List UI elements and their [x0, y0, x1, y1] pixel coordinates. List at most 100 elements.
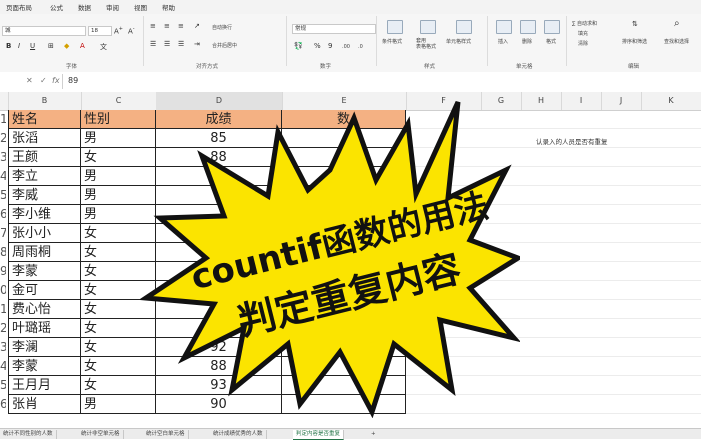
format-button[interactable]: 格式: [546, 38, 556, 45]
align-middle-icon[interactable]: ≡: [164, 22, 170, 30]
ribbon: 城 18 A+ A- B I U ⊞ ◆ A 文 字体 ≡ ≡ ≡ ↗ 自动换行…: [0, 14, 701, 73]
column-header-k[interactable]: K: [641, 92, 701, 110]
fill-color-icon[interactable]: ◆: [64, 42, 69, 50]
font-group-label: 字体: [66, 64, 78, 70]
number-format-select[interactable]: 常规: [292, 24, 376, 34]
name-cell[interactable]: 王月月: [8, 376, 81, 395]
row-number[interactable]: 0: [0, 281, 6, 300]
row-number[interactable]: 1: [0, 300, 6, 319]
column-header-i[interactable]: I: [561, 92, 602, 110]
styles-group-label: 样式: [424, 64, 436, 70]
merge-center-button[interactable]: 合并后居中: [212, 42, 237, 49]
align-center-icon[interactable]: ☰: [164, 40, 170, 48]
row-number[interactable]: 1: [0, 110, 6, 129]
font-size-select[interactable]: 18: [88, 26, 112, 36]
bold-icon[interactable]: B: [6, 42, 11, 50]
name-cell[interactable]: 金可: [8, 281, 81, 300]
indent-icon[interactable]: ⇥: [194, 40, 200, 48]
row-number[interactable]: 5: [0, 186, 6, 205]
header-cell-name[interactable]: 姓名: [8, 110, 81, 129]
name-cell[interactable]: 李澜: [8, 338, 81, 357]
name-cell[interactable]: 叶璐瑶: [8, 319, 81, 338]
column-header-j[interactable]: J: [601, 92, 642, 110]
font-color-icon[interactable]: A: [80, 42, 85, 50]
row-number[interactable]: 9: [0, 262, 6, 281]
increase-decimal-icon[interactable]: .00: [342, 44, 350, 50]
divider: [487, 16, 488, 66]
menu-page-layout[interactable]: 页面布局: [6, 2, 32, 12]
row-number[interactable]: 6: [0, 395, 6, 414]
menu-view[interactable]: 视图: [134, 2, 147, 12]
formula-input[interactable]: 89: [68, 76, 78, 85]
function-icon[interactable]: fx: [52, 76, 60, 85]
orientation-icon[interactable]: ↗: [194, 22, 200, 30]
phonetic-icon[interactable]: 文: [100, 42, 107, 52]
align-right-icon[interactable]: ☰: [178, 40, 184, 48]
sheet-tab-active[interactable]: 判定内容是否重复: [293, 430, 345, 440]
row-number[interactable]: 4: [0, 357, 6, 376]
autosum-button[interactable]: ∑ 自动求和: [572, 20, 597, 27]
column-header-h[interactable]: H: [521, 92, 562, 110]
font-name-select[interactable]: 城: [2, 26, 86, 36]
border-icon[interactable]: ⊞: [48, 42, 54, 50]
menu-help[interactable]: 帮助: [162, 2, 175, 12]
comma-icon[interactable]: 9: [328, 42, 332, 50]
row-number[interactable]: 3: [0, 338, 6, 357]
insert-button[interactable]: 插入: [498, 38, 508, 45]
name-cell[interactable]: 张肖: [8, 395, 81, 414]
cell-style-icon[interactable]: [456, 20, 472, 34]
divider: [62, 74, 63, 89]
name-cell[interactable]: 李威: [8, 186, 81, 205]
row-number[interactable]: 3: [0, 148, 6, 167]
find-select-button[interactable]: 查找和选择: [664, 38, 689, 45]
row-number[interactable]: 2: [0, 319, 6, 338]
format-icon[interactable]: [544, 20, 560, 34]
delete-button[interactable]: 删除: [522, 38, 532, 45]
insert-icon[interactable]: [496, 20, 512, 34]
conditional-format-icon[interactable]: [387, 20, 403, 34]
name-cell[interactable]: 李蒙: [8, 262, 81, 281]
delete-icon[interactable]: [520, 20, 536, 34]
name-cell[interactable]: 张滔: [8, 129, 81, 148]
confirm-icon[interactable]: ✓: [40, 76, 47, 85]
search-icon[interactable]: ⌕: [674, 18, 680, 29]
menu-data[interactable]: 数据: [78, 2, 91, 12]
currency-icon[interactable]: 💱: [294, 42, 303, 50]
align-bottom-icon[interactable]: ≡: [178, 22, 184, 30]
sort-filter-button[interactable]: 排序和筛选: [622, 38, 647, 45]
cells-group-label: 单元格: [516, 64, 533, 70]
row-number[interactable]: 2: [0, 129, 6, 148]
sort-filter-icon[interactable]: ⇅: [632, 20, 638, 28]
cancel-icon[interactable]: ✕: [26, 76, 33, 85]
italic-icon[interactable]: I: [18, 42, 20, 50]
align-top-icon[interactable]: ≡: [150, 22, 156, 30]
name-cell[interactable]: 周雨桐: [8, 243, 81, 262]
name-cell[interactable]: 李立: [8, 167, 81, 186]
percent-icon[interactable]: %: [314, 42, 321, 50]
wrap-text-button[interactable]: 自动换行: [212, 24, 232, 31]
decrease-decimal-icon[interactable]: .0: [358, 44, 363, 50]
table-format-button[interactable]: 套用 表格格式: [416, 38, 436, 50]
column-header-b[interactable]: B: [8, 92, 82, 110]
fill-button[interactable]: 填充: [578, 30, 588, 37]
table-format-icon[interactable]: [420, 20, 436, 34]
align-left-icon[interactable]: ☰: [150, 40, 156, 48]
name-cell[interactable]: 张小小: [8, 224, 81, 243]
conditional-format-button[interactable]: 条件格式: [382, 38, 402, 45]
underline-icon[interactable]: U: [30, 42, 35, 50]
menu-review[interactable]: 审阅: [106, 2, 119, 12]
decrease-font-icon[interactable]: A-: [128, 26, 135, 35]
row-number[interactable]: 5: [0, 376, 6, 395]
name-cell[interactable]: 王颜: [8, 148, 81, 167]
increase-font-icon[interactable]: A+: [114, 26, 123, 35]
row-number[interactable]: 8: [0, 243, 6, 262]
row-number[interactable]: 6: [0, 205, 6, 224]
name-cell[interactable]: 李蒙: [8, 357, 81, 376]
row-number[interactable]: 7: [0, 224, 6, 243]
clear-button[interactable]: 清除: [578, 40, 588, 47]
name-cell[interactable]: 李小维: [8, 205, 81, 224]
row-number[interactable]: 4: [0, 167, 6, 186]
menu-formulas[interactable]: 公式: [50, 2, 63, 12]
name-cell[interactable]: 费心怡: [8, 300, 81, 319]
cell-style-button[interactable]: 单元格样式: [446, 38, 471, 45]
